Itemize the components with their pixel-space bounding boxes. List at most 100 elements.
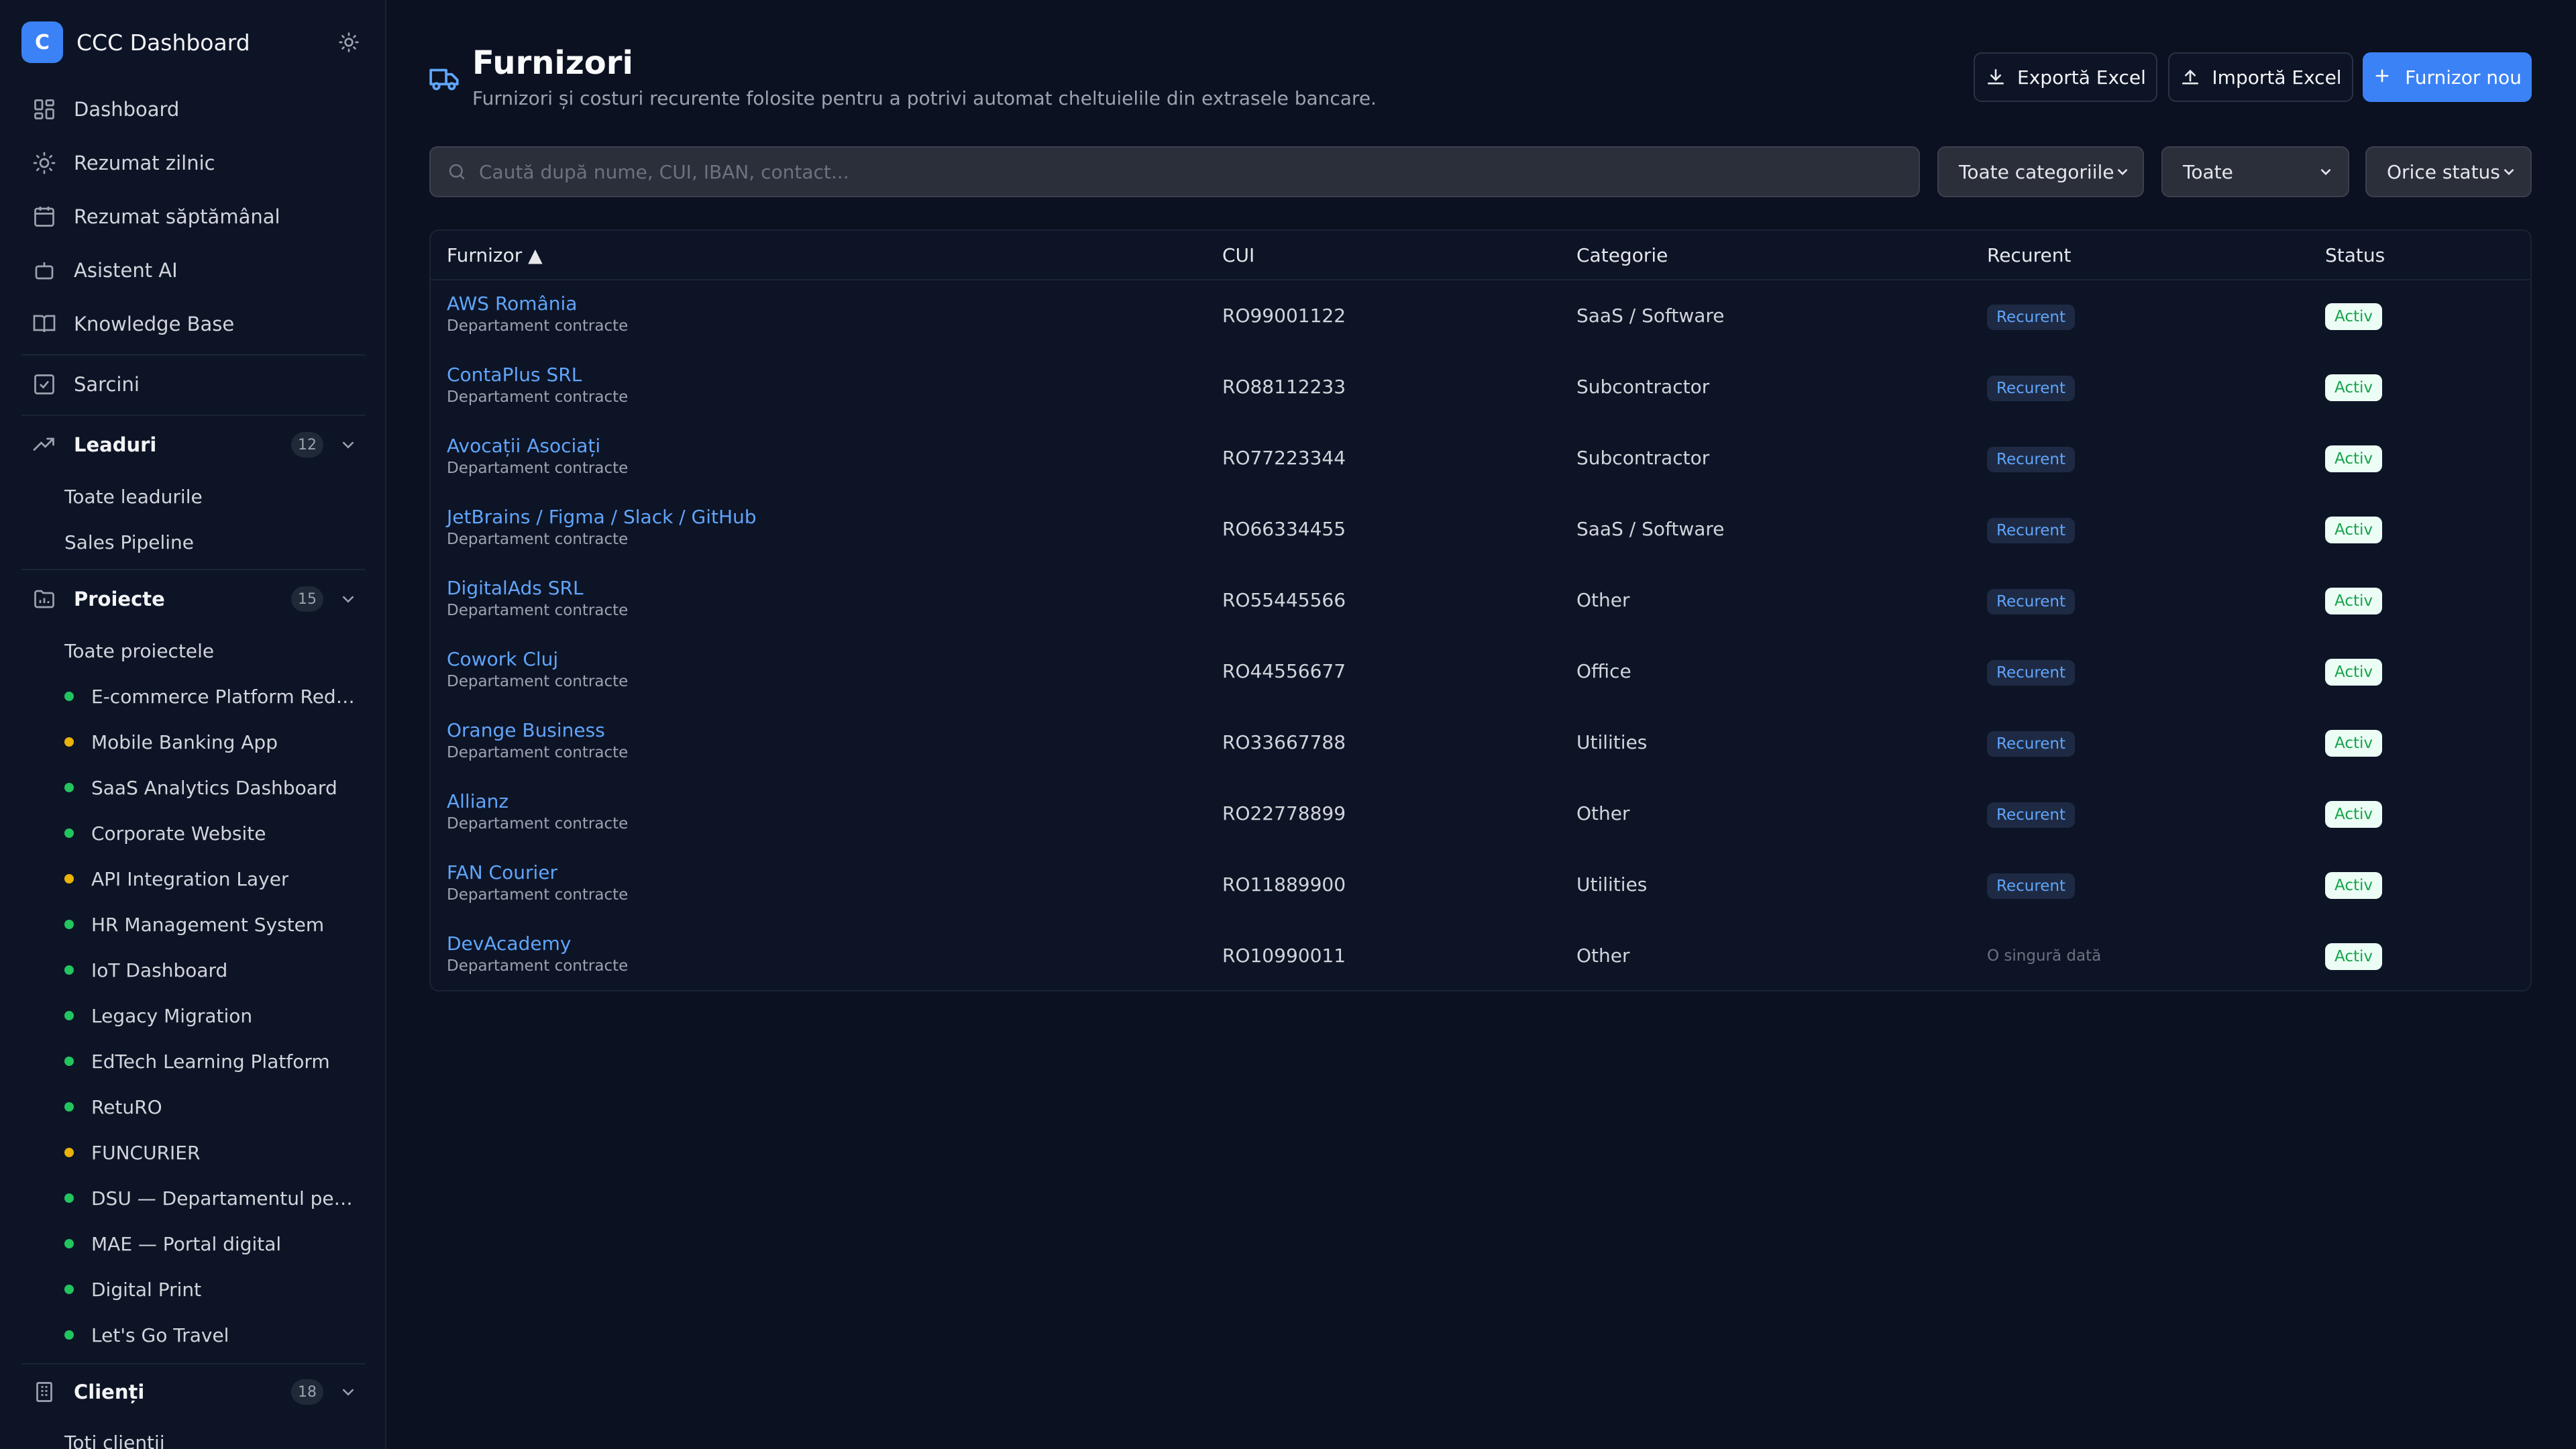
building-icon xyxy=(32,1380,56,1404)
sidebar-item-project[interactable]: MAE — Portal digital xyxy=(64,1225,360,1263)
chevron-down-icon[interactable] xyxy=(338,435,358,455)
sidebar-item-project[interactable]: FUNCURIER xyxy=(64,1134,360,1171)
sidebar-item-project[interactable]: Corporate Website xyxy=(64,814,360,852)
supplier-department: Departament contracte xyxy=(447,531,629,548)
column-header-supplier[interactable]: Furnizor ▲ xyxy=(447,244,543,266)
supplier-name-link[interactable]: AWS România xyxy=(447,292,628,315)
divider xyxy=(21,354,365,356)
sidebar-item-all-clients[interactable]: Toți clienții xyxy=(64,1424,366,1449)
supplier-cell: DigitalAds SRL Departament contracte xyxy=(447,577,628,619)
sun-icon[interactable] xyxy=(334,28,364,57)
chevron-down-icon[interactable] xyxy=(338,1382,358,1402)
nav-dashboard[interactable]: Dashboard xyxy=(21,87,365,131)
sidebar-item-project[interactable]: RetuRO xyxy=(64,1088,360,1126)
supplier-name-link[interactable]: Cowork Cluj xyxy=(447,648,628,670)
nav-leads[interactable]: Leaduri 12 xyxy=(21,423,365,467)
sidebar-item-project[interactable]: EdTech Learning Platform xyxy=(64,1042,360,1080)
column-header-cui[interactable]: CUI xyxy=(1222,244,1254,266)
brand[interactable]: C CCC Dashboard xyxy=(21,21,364,63)
search-box[interactable] xyxy=(429,146,1920,197)
status-badge: Activ xyxy=(2325,445,2382,472)
one-time-label: O singură dată xyxy=(1987,947,2102,965)
table-row[interactable]: Cowork Cluj Departament contracte RO445566… xyxy=(431,636,2530,707)
recurring-badge: Recurent xyxy=(1987,518,2076,543)
sidebar-item-all-leads[interactable]: Toate leadurile xyxy=(64,478,366,515)
supplier-name-link[interactable]: FAN Courier xyxy=(447,861,628,883)
recurring-badge: Recurent xyxy=(1987,376,2076,401)
projects-count-badge: 15 xyxy=(291,586,323,612)
supplier-department: Departament contracte xyxy=(447,886,629,904)
table-row[interactable]: FAN Courier Departament contracte RO118899… xyxy=(431,849,2530,920)
nav-ai-assistant[interactable]: Asistent AI xyxy=(21,248,365,292)
nav-tasks[interactable]: Sarcini xyxy=(21,362,365,407)
status-badge: Activ xyxy=(2325,943,2382,970)
sidebar-item-project[interactable]: IoT Dashboard xyxy=(64,951,360,989)
column-header-category[interactable]: Categorie xyxy=(1576,244,1668,266)
upload-icon xyxy=(2180,66,2201,88)
nav-weekly-summary[interactable]: Rezumat săptămânal xyxy=(21,195,365,239)
supplier-name-link[interactable]: Orange Business xyxy=(447,719,628,741)
category-filter-select[interactable]: Toate categoriile xyxy=(1937,146,2144,197)
status-dot xyxy=(64,737,74,747)
search-input[interactable] xyxy=(479,160,1919,183)
nav-clients[interactable]: Clienți 18 xyxy=(21,1370,365,1414)
project-name: DSU — Departamentul pent... xyxy=(91,1187,360,1210)
status-badge: Activ xyxy=(2325,872,2382,899)
sidebar-item-project[interactable]: DSU — Departamentul pent... xyxy=(64,1179,360,1217)
nav-clients-label: Clienți xyxy=(74,1381,145,1403)
nav-daily-summary[interactable]: Rezumat zilnic xyxy=(21,141,365,185)
sidebar-item-project[interactable]: HR Management System xyxy=(64,906,360,943)
table-row[interactable]: Orange Business Departament contracte RO33… xyxy=(431,707,2530,778)
recurring-badge: Recurent xyxy=(1987,589,2076,614)
sidebar-item-sales-pipeline[interactable]: Sales Pipeline xyxy=(64,523,366,561)
status-filter-value: Orice status xyxy=(2387,160,2500,183)
nav-daily-label: Rezumat zilnic xyxy=(74,152,215,174)
nav-weekly-label: Rezumat săptămânal xyxy=(74,205,280,228)
sidebar-item-project[interactable]: Digital Print xyxy=(64,1271,360,1308)
sidebar-item-project[interactable]: Legacy Migration xyxy=(64,997,360,1034)
table-row[interactable]: Allianz Departament contracte RO22778899 Ot… xyxy=(431,778,2530,849)
project-name: Mobile Banking App xyxy=(91,731,278,753)
supplier-department: Departament contracte xyxy=(447,673,629,690)
supplier-department: Departament contracte xyxy=(447,460,629,477)
category-filter-value: Toate categoriile xyxy=(1959,160,2114,183)
supplier-department: Departament contracte xyxy=(447,602,629,619)
export-excel-button[interactable]: Exportă Excel xyxy=(1974,52,2157,102)
table-row[interactable]: JetBrains / Figma / Slack / GitHub Depart… xyxy=(431,494,2530,565)
cui-cell: RO10990011 xyxy=(1222,945,1346,967)
recurring-badge: Recurent xyxy=(1987,731,2076,757)
table-row[interactable]: AWS România Departament contracte RO990011… xyxy=(431,280,2530,352)
sidebar-item-project[interactable]: SaaS Analytics Dashboard xyxy=(64,769,360,806)
supplier-name-link[interactable]: Allianz xyxy=(447,790,628,812)
sidebar-item-all-projects[interactable]: Toate proiectele xyxy=(64,632,366,669)
sidebar-item-project[interactable]: API Integration Layer xyxy=(64,860,360,898)
sidebar-item-project[interactable]: E-commerce Platform Rede... xyxy=(64,678,360,715)
column-header-recurring[interactable]: Recurent xyxy=(1987,244,2071,266)
status-dot xyxy=(64,1011,74,1020)
table-row[interactable]: DevAcademy Departament contracte RO1099001… xyxy=(431,920,2530,991)
category-cell: Office xyxy=(1576,660,1631,682)
import-excel-button[interactable]: Importă Excel xyxy=(2168,52,2353,102)
supplier-name-link[interactable]: Avocații Asociați xyxy=(447,435,628,457)
nav-projects[interactable]: Proiecte 15 xyxy=(21,577,365,621)
supplier-name-link[interactable]: ContaPlus SRL xyxy=(447,364,628,386)
sidebar-item-project[interactable]: Mobile Banking App xyxy=(64,723,360,761)
chevron-down-icon[interactable] xyxy=(338,589,358,609)
status-filter-select[interactable]: Orice status xyxy=(2365,146,2532,197)
table-row[interactable]: DigitalAds SRL Departament contracte RO554… xyxy=(431,565,2530,636)
supplier-name-link[interactable]: DigitalAds SRL xyxy=(447,577,628,599)
status-badge: Activ xyxy=(2325,303,2382,330)
recurring-filter-select[interactable]: Toate xyxy=(2161,146,2349,197)
nav-knowledge-base[interactable]: Knowledge Base xyxy=(21,302,365,346)
sidebar: C CCC Dashboard Dashboard Rezumat zilnic… xyxy=(0,0,386,1449)
table-row[interactable]: Avocații Asociați Departament contracte RO… xyxy=(431,423,2530,494)
column-header-status[interactable]: Status xyxy=(2325,244,2385,266)
divider xyxy=(21,415,365,416)
supplier-name-link[interactable]: DevAcademy xyxy=(447,932,628,955)
table-row[interactable]: ContaPlus SRL Departament contracte RO8811… xyxy=(431,352,2530,423)
cui-cell: RO99001122 xyxy=(1222,305,1346,327)
chevron-down-icon xyxy=(2317,163,2334,180)
sidebar-item-project[interactable]: Let's Go Travel xyxy=(64,1316,360,1354)
new-supplier-button[interactable]: Furnizor nou xyxy=(2363,52,2532,102)
supplier-name-link[interactable]: JetBrains / Figma / Slack / GitHub xyxy=(447,506,757,528)
